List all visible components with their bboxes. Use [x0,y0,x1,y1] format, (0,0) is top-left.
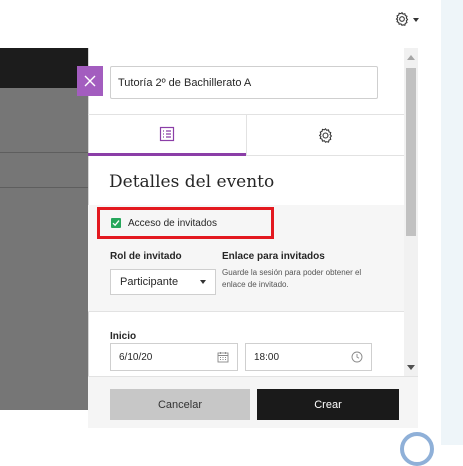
calendar-icon[interactable] [217,351,229,363]
scroll-up-button[interactable] [404,52,418,62]
start-date-input[interactable]: 6/10/20 [110,343,238,371]
guest-access-label: Acceso de invitados [128,217,217,229]
scrollbar-thumb[interactable] [406,68,416,236]
guest-access-highlight: Acceso de invitados [97,207,274,239]
guest-role-value: Participante [120,276,179,288]
top-settings-menu[interactable] [394,8,420,30]
start-time-value: 18:00 [254,351,280,363]
start-label: Inicio [110,331,137,342]
tab-settings[interactable] [246,114,404,156]
section-title: Detalles del evento [109,172,275,192]
start-time-input[interactable]: 18:00 [245,343,372,371]
close-button[interactable] [77,66,103,96]
guest-role-select[interactable]: Participante [110,269,216,295]
scroll-down-button[interactable] [404,362,418,372]
clock-icon[interactable] [351,351,363,363]
cancel-button[interactable]: Cancelar [110,389,250,420]
tab-details[interactable] [88,114,246,156]
background-divider [0,152,88,153]
create-button[interactable]: Crear [257,389,399,420]
close-icon [84,75,96,87]
guest-link-label: Enlace para invitados [222,251,325,262]
gear-icon [394,11,410,27]
guest-access-checkbox[interactable] [111,218,121,228]
chevron-down-icon [413,18,419,22]
chevron-down-icon [200,280,206,284]
background-overlay [0,88,88,410]
background-divider [0,187,88,188]
side-strip [441,0,463,445]
start-date-value: 6/10/20 [119,351,153,363]
chevron-up-icon [407,54,415,60]
help-button[interactable] [400,432,434,466]
gear-icon [318,127,333,143]
event-title-input[interactable] [110,66,378,99]
guest-role-label: Rol de invitado [110,251,182,262]
list-icon [159,126,175,142]
checkmark-icon [112,220,120,227]
chevron-down-icon [407,364,415,370]
section-divider [88,311,404,312]
guest-link-description: Guarde la sesión para poder obtener el e… [222,268,362,289]
background-header [0,48,88,88]
